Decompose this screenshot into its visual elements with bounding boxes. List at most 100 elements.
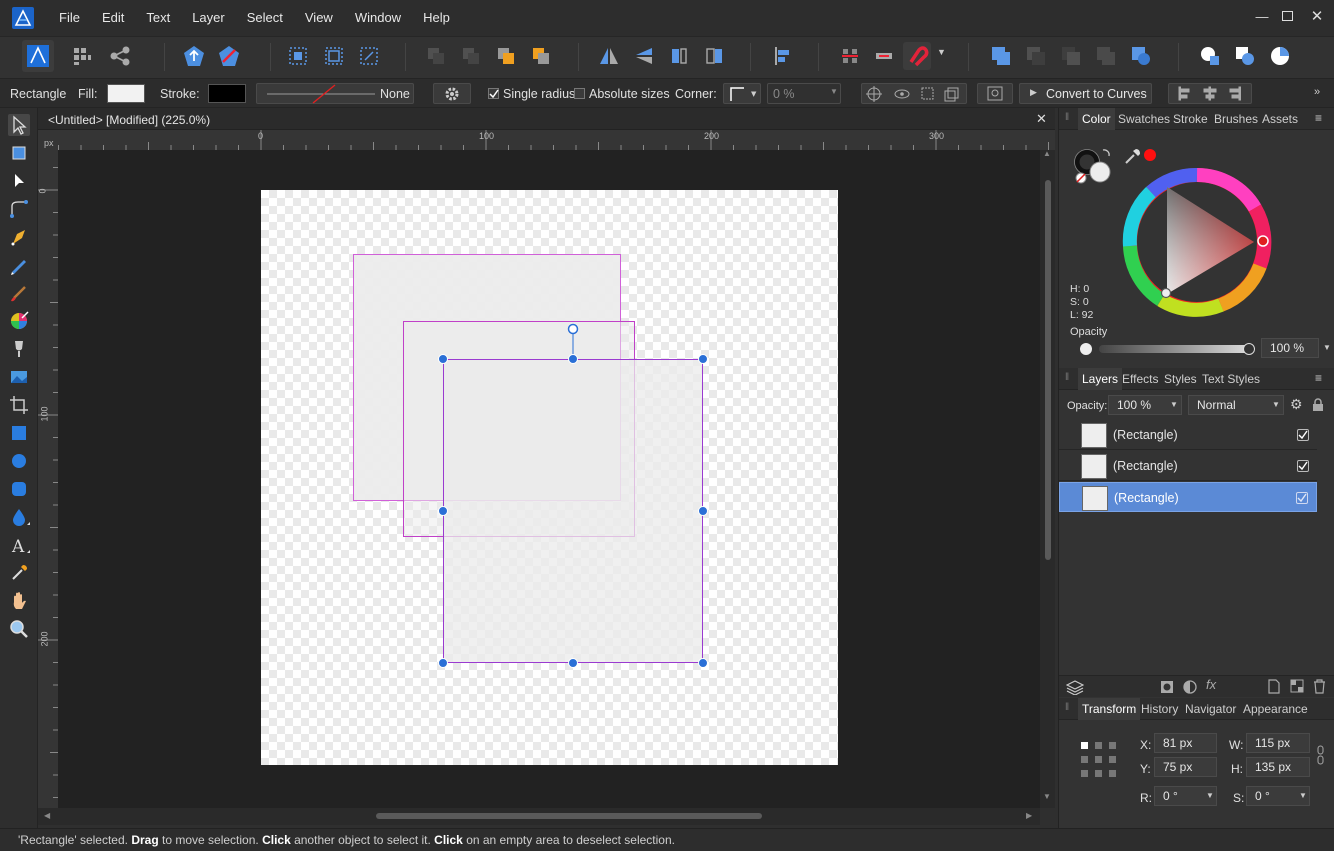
close-window-icon[interactable]: ✕ — [1309, 7, 1325, 25]
pen-tool[interactable] — [8, 226, 30, 248]
menu-text[interactable]: Text — [135, 0, 181, 36]
move-tool[interactable] — [8, 114, 30, 136]
snapping-dropdown-icon[interactable]: ▼ — [937, 47, 951, 67]
blend-mode-dropdown[interactable]: Normal ▼ — [1188, 395, 1284, 415]
snapping-toggle-button[interactable] — [215, 42, 243, 70]
anchor-point-selector[interactable] — [1079, 740, 1119, 780]
crop-tool[interactable] — [8, 394, 30, 416]
select-all-button[interactable] — [284, 42, 312, 70]
vertical-scrollbar[interactable]: ▲ ▼ — [1040, 149, 1055, 808]
tab-assets[interactable]: Assets — [1262, 112, 1298, 126]
flip-horizontal-button[interactable] — [595, 42, 623, 70]
scroll-up-icon[interactable]: ▲ — [1043, 149, 1051, 158]
xor-boolean-button[interactable] — [1092, 42, 1120, 70]
menu-layer[interactable]: Layer — [181, 0, 236, 36]
more-options-icon[interactable]: » — [1314, 86, 1320, 98]
artboard-tool[interactable] — [8, 142, 30, 164]
menu-file[interactable]: File — [48, 0, 91, 36]
single-radius-checkbox[interactable] — [488, 88, 499, 99]
layer-visibility-checkbox[interactable] — [1297, 460, 1309, 472]
flip-vertical-button[interactable] — [630, 42, 658, 70]
text-tool[interactable]: A — [8, 534, 30, 557]
zoom-tool[interactable] — [8, 618, 30, 640]
new-layer-icon[interactable] — [1268, 679, 1280, 694]
add-boolean-button[interactable] — [987, 42, 1015, 70]
rectangle-shape-3-selected[interactable] — [443, 359, 703, 663]
rounded-rectangle-tool[interactable] — [8, 478, 30, 500]
fx-icon[interactable]: fx — [1206, 677, 1216, 692]
align-icons[interactable] — [1169, 84, 1251, 103]
tab-layers[interactable]: Layers — [1078, 368, 1123, 390]
tab-text-styles[interactable]: Text Styles — [1202, 372, 1260, 386]
tab-effects[interactable]: Effects — [1122, 372, 1158, 386]
horizontal-scrollbar[interactable]: ◀ ▶ — [38, 808, 1040, 825]
menu-edit[interactable]: Edit — [91, 0, 135, 36]
layer-opacity-field[interactable]: 100 % ▼ — [1108, 395, 1182, 415]
opacity-slider-handle[interactable] — [1243, 343, 1255, 355]
tab-transform[interactable]: Transform — [1078, 698, 1141, 720]
y-field[interactable]: 75 px — [1154, 757, 1217, 777]
tab-history[interactable]: History — [1141, 702, 1178, 716]
snapping-magnet-button[interactable] — [903, 42, 931, 70]
group-icon[interactable] — [1290, 679, 1304, 693]
convert-to-curves-button[interactable]: ▶ Convert to Curves — [1019, 83, 1152, 104]
select-inside-button[interactable] — [320, 42, 348, 70]
scroll-down-icon[interactable]: ▼ — [1043, 792, 1051, 801]
horizontal-scroll-thumb[interactable] — [376, 813, 762, 819]
rotation-field[interactable]: 0 ° ▼ — [1154, 786, 1217, 806]
color-wheel[interactable] — [1121, 166, 1273, 318]
stroke-style-dropdown[interactable]: None — [256, 83, 414, 104]
tab-navigator[interactable]: Navigator — [1185, 702, 1236, 716]
x-field[interactable]: 81 px — [1154, 733, 1217, 753]
fill-tool[interactable] — [8, 310, 30, 332]
move-forward-button[interactable] — [492, 42, 520, 70]
layer-visibility-checkbox[interactable] — [1296, 492, 1308, 504]
subtract-boolean-button[interactable] — [1022, 42, 1050, 70]
opacity-field[interactable]: 100 % — [1261, 338, 1319, 358]
scroll-right-icon[interactable]: ▶ — [1026, 811, 1032, 820]
color-picker-tool[interactable] — [8, 562, 30, 584]
scroll-left-icon[interactable]: ◀ — [44, 811, 50, 820]
shape-tools-flyout[interactable] — [8, 506, 30, 528]
view-tool[interactable] — [8, 590, 30, 612]
menu-window[interactable]: Window — [344, 0, 412, 36]
h-field[interactable]: 135 px — [1246, 757, 1310, 777]
transparency-tool[interactable] — [8, 338, 30, 360]
assistant-button[interactable] — [180, 42, 208, 70]
select-transform-button[interactable] — [355, 42, 383, 70]
corner-type-dropdown[interactable]: ▼ — [723, 83, 761, 104]
rotate-right-button[interactable] — [700, 42, 728, 70]
designer-persona-button[interactable] — [22, 40, 54, 72]
tab-styles[interactable]: Styles — [1164, 372, 1197, 386]
tab-brushes[interactable]: Brushes — [1214, 112, 1258, 126]
tab-color[interactable]: Color — [1078, 108, 1115, 130]
move-back-button[interactable] — [422, 42, 450, 70]
menu-view[interactable]: View — [294, 0, 344, 36]
rectangle-tool[interactable] — [8, 422, 30, 444]
layer-row[interactable]: (Rectangle) — [1059, 420, 1317, 450]
absolute-sizes-checkbox[interactable] — [574, 88, 585, 99]
convert-to-curves-icon-button[interactable] — [977, 83, 1013, 104]
layer-row[interactable]: (Rectangle) — [1059, 451, 1317, 481]
close-document-icon[interactable]: ✕ — [1036, 111, 1047, 127]
pixel-persona-button[interactable] — [68, 42, 96, 70]
color-picker-swatch[interactable] — [1123, 146, 1163, 166]
opacity-slider[interactable] — [1099, 345, 1251, 353]
snapping-grid-button[interactable] — [836, 42, 864, 70]
corner-radius-field[interactable]: 0 % ▼ — [767, 83, 841, 104]
adjustment-icon[interactable] — [1183, 680, 1197, 694]
vertical-ruler[interactable]: 0 100 200 — [38, 150, 58, 808]
export-persona-button[interactable] — [106, 42, 134, 70]
layer-visibility-checkbox[interactable] — [1297, 429, 1309, 441]
layer-row-selected[interactable]: (Rectangle) — [1059, 482, 1317, 512]
stroke-swatch[interactable] — [208, 84, 246, 103]
ellipse-tool[interactable] — [8, 450, 30, 472]
tab-swatches[interactable]: Swatches — [1118, 112, 1170, 126]
panel-menu-icon[interactable]: ≡ — [1315, 371, 1322, 385]
shear-field[interactable]: 0 ° ▼ — [1246, 786, 1310, 806]
insert-behind-button[interactable] — [1196, 42, 1224, 70]
chevron-down-icon[interactable]: ▼ — [1323, 343, 1331, 352]
link-aspect-icon[interactable] — [1316, 745, 1326, 765]
layers-stack-icon[interactable] — [1066, 679, 1084, 695]
w-field[interactable]: 115 px — [1246, 733, 1310, 753]
